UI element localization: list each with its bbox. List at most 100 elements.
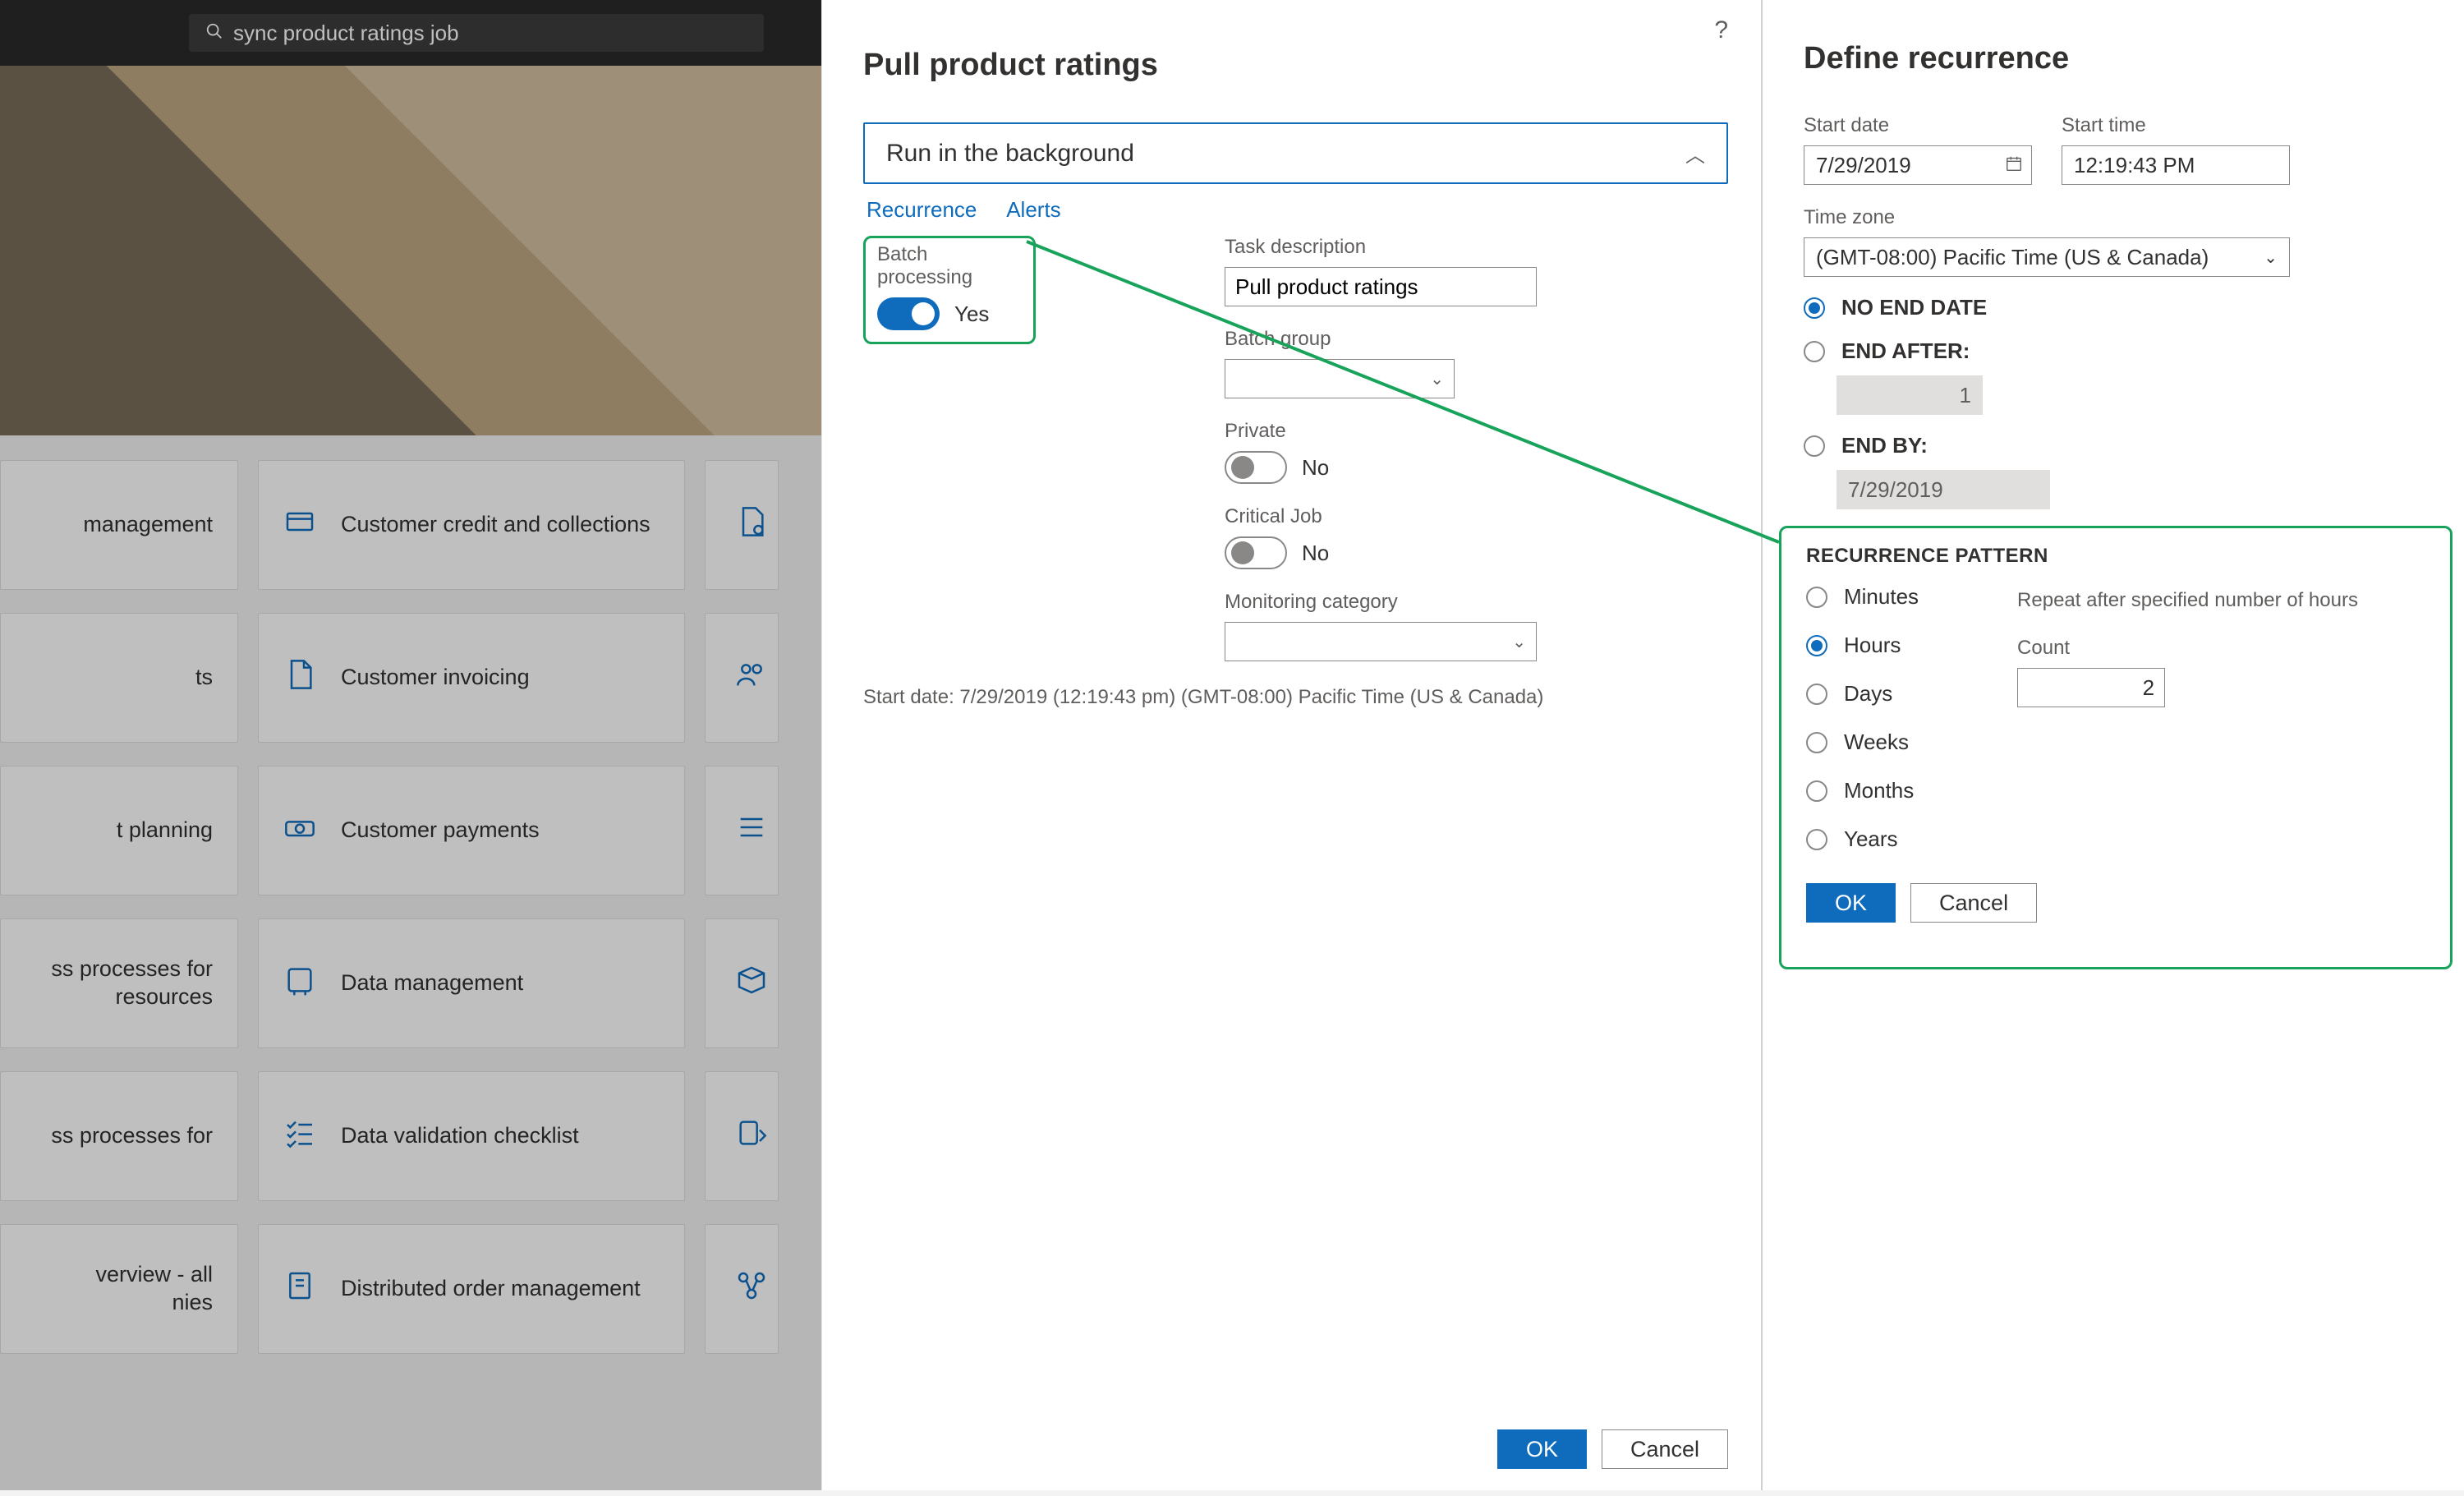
timezone-select[interactable]: (GMT-08:00) Pacific Time (US & Canada) ⌄ <box>1804 237 2290 277</box>
search-input[interactable] <box>233 21 747 46</box>
recurrence-link[interactable]: Recurrence <box>867 197 977 222</box>
recurrence-pattern-heading: RECURRENCE PATTERN <box>1806 545 2425 568</box>
recurrence-pattern-highlight: RECURRENCE PATTERN Minutes Hours Days We… <box>1779 526 2453 969</box>
workspace-tile[interactable]: ss processes for resources <box>0 918 238 1048</box>
batch-group-select[interactable]: ⌄ <box>1225 359 1455 398</box>
tile-label: Data management <box>341 969 523 997</box>
pattern-weeks-radio[interactable] <box>1806 732 1827 753</box>
end-by-label: END BY: <box>1841 433 1928 458</box>
search-icon <box>205 21 223 46</box>
tile-label: ts <box>195 664 213 692</box>
tile-label: ss processes for resources <box>51 955 213 1011</box>
private-label: Private <box>1225 420 1726 443</box>
critical-label: Critical Job <box>1225 505 1726 528</box>
pattern-minutes-label: Minutes <box>1844 584 1919 610</box>
checklist-icon <box>283 1116 316 1157</box>
workspace-tile[interactable] <box>705 1071 779 1201</box>
workspace-tile[interactable]: Customer payments <box>258 766 685 895</box>
pattern-days-label: Days <box>1844 681 1892 707</box>
batch-group-label: Batch group <box>1225 328 1726 351</box>
pattern-months-radio[interactable] <box>1806 780 1827 802</box>
critical-toggle[interactable] <box>1225 536 1287 569</box>
top-bar <box>0 0 821 66</box>
timezone-value: (GMT-08:00) Pacific Time (US & Canada) <box>1816 245 2209 270</box>
pattern-years-radio[interactable] <box>1806 829 1827 850</box>
tile-label: t planning <box>117 817 213 845</box>
start-date-input[interactable]: 7/29/2019 <box>1804 145 2032 185</box>
end-by-value: 7/29/2019 <box>1837 470 2050 509</box>
count-input[interactable]: 2 <box>2017 668 2165 707</box>
end-by-radio[interactable] <box>1804 435 1825 457</box>
no-end-date-label: NO END DATE <box>1841 295 1987 320</box>
pattern-hours-radio[interactable] <box>1806 635 1827 656</box>
count-label: Count <box>2017 637 2358 660</box>
workspace-tile[interactable]: ss processes for <box>0 1071 238 1201</box>
pattern-years-label: Years <box>1844 826 1898 852</box>
pattern-months-label: Months <box>1844 778 1914 803</box>
batch-processing-toggle[interactable] <box>877 297 940 330</box>
workspace-tiles: management Customer credit and collectio… <box>0 460 821 1377</box>
critical-value: No <box>1302 541 1329 566</box>
end-after-label: END AFTER: <box>1841 338 1970 364</box>
pattern-days-radio[interactable] <box>1806 684 1827 705</box>
private-toggle[interactable] <box>1225 451 1287 484</box>
tile-label: Data validation checklist <box>341 1122 579 1150</box>
alerts-link[interactable]: Alerts <box>1006 197 1060 222</box>
chevron-down-icon: ⌄ <box>1512 632 1526 652</box>
batch-processing-highlight: Batch processing Yes <box>863 236 1036 344</box>
tile-label: Customer credit and collections <box>341 511 650 539</box>
workspace-tile[interactable]: t planning <box>0 766 238 895</box>
tile-label: ss processes for <box>51 1122 213 1150</box>
no-end-date-radio[interactable] <box>1804 297 1825 319</box>
order-icon <box>283 1269 316 1310</box>
workspace-tile[interactable] <box>705 766 779 895</box>
recurrence-cancel-button[interactable]: Cancel <box>1910 883 2037 923</box>
workspace-tile[interactable]: Data validation checklist <box>258 1071 685 1201</box>
workspace-tile[interactable]: management <box>0 460 238 590</box>
workspace-tile[interactable] <box>705 918 779 1048</box>
workspace-tile[interactable]: verview - all nies <box>0 1224 238 1354</box>
start-time-value: 12:19:43 PM <box>2074 153 2195 178</box>
expander-label: Run in the background <box>886 140 1134 168</box>
global-search[interactable] <box>189 14 764 52</box>
network-icon <box>735 1269 768 1310</box>
tile-label: Customer payments <box>341 817 540 845</box>
recurrence-ok-button[interactable]: OK <box>1806 883 1896 923</box>
start-date-footnote: Start date: 7/29/2019 (12:19:43 pm) (GMT… <box>863 686 1728 709</box>
chevron-down-icon: ⌄ <box>2264 247 2278 268</box>
timezone-label: Time zone <box>1804 206 2464 229</box>
monitoring-select[interactable]: ⌄ <box>1225 622 1537 661</box>
pattern-minutes-radio[interactable] <box>1806 587 1827 608</box>
credit-icon <box>283 505 316 545</box>
workspace-tile[interactable]: ts <box>0 613 238 743</box>
end-after-radio[interactable] <box>1804 341 1825 362</box>
start-time-label: Start time <box>2062 114 2290 137</box>
data-icon <box>283 964 316 1004</box>
chevron-down-icon: ⌄ <box>1430 369 1444 389</box>
cancel-button[interactable]: Cancel <box>1602 1429 1728 1469</box>
ok-button[interactable]: OK <box>1497 1429 1587 1469</box>
workspace-tile[interactable]: Distributed order management <box>258 1224 685 1354</box>
workspace-tile[interactable] <box>705 460 779 590</box>
batch-processing-value: Yes <box>954 302 989 327</box>
start-time-input[interactable]: 12:19:43 PM <box>2062 145 2290 185</box>
workspace-tile[interactable] <box>705 613 779 743</box>
start-date-label: Start date <box>1804 114 2032 137</box>
workspace-banner <box>0 66 821 435</box>
private-value: No <box>1302 455 1329 481</box>
batch-processing-label: Batch processing <box>877 243 1022 289</box>
repeat-note: Repeat after specified number of hours <box>2017 589 2358 612</box>
workspace-tile[interactable]: Customer credit and collections <box>258 460 685 590</box>
box-icon <box>735 964 768 1004</box>
workspace-tile[interactable]: Customer invoicing <box>258 613 685 743</box>
calendar-icon <box>2005 153 2023 178</box>
tile-label: Customer invoicing <box>341 664 530 692</box>
help-icon[interactable]: ? <box>1714 16 1728 44</box>
task-description-label: Task description <box>1225 236 1726 259</box>
workspace-tile[interactable] <box>705 1224 779 1354</box>
task-description-input[interactable] <box>1225 267 1537 306</box>
pattern-weeks-label: Weeks <box>1844 730 1909 755</box>
background-expander[interactable]: Run in the background ︿ <box>863 122 1728 184</box>
workspace-tile[interactable]: Data management <box>258 918 685 1048</box>
monitoring-label: Monitoring category <box>1225 591 1726 614</box>
